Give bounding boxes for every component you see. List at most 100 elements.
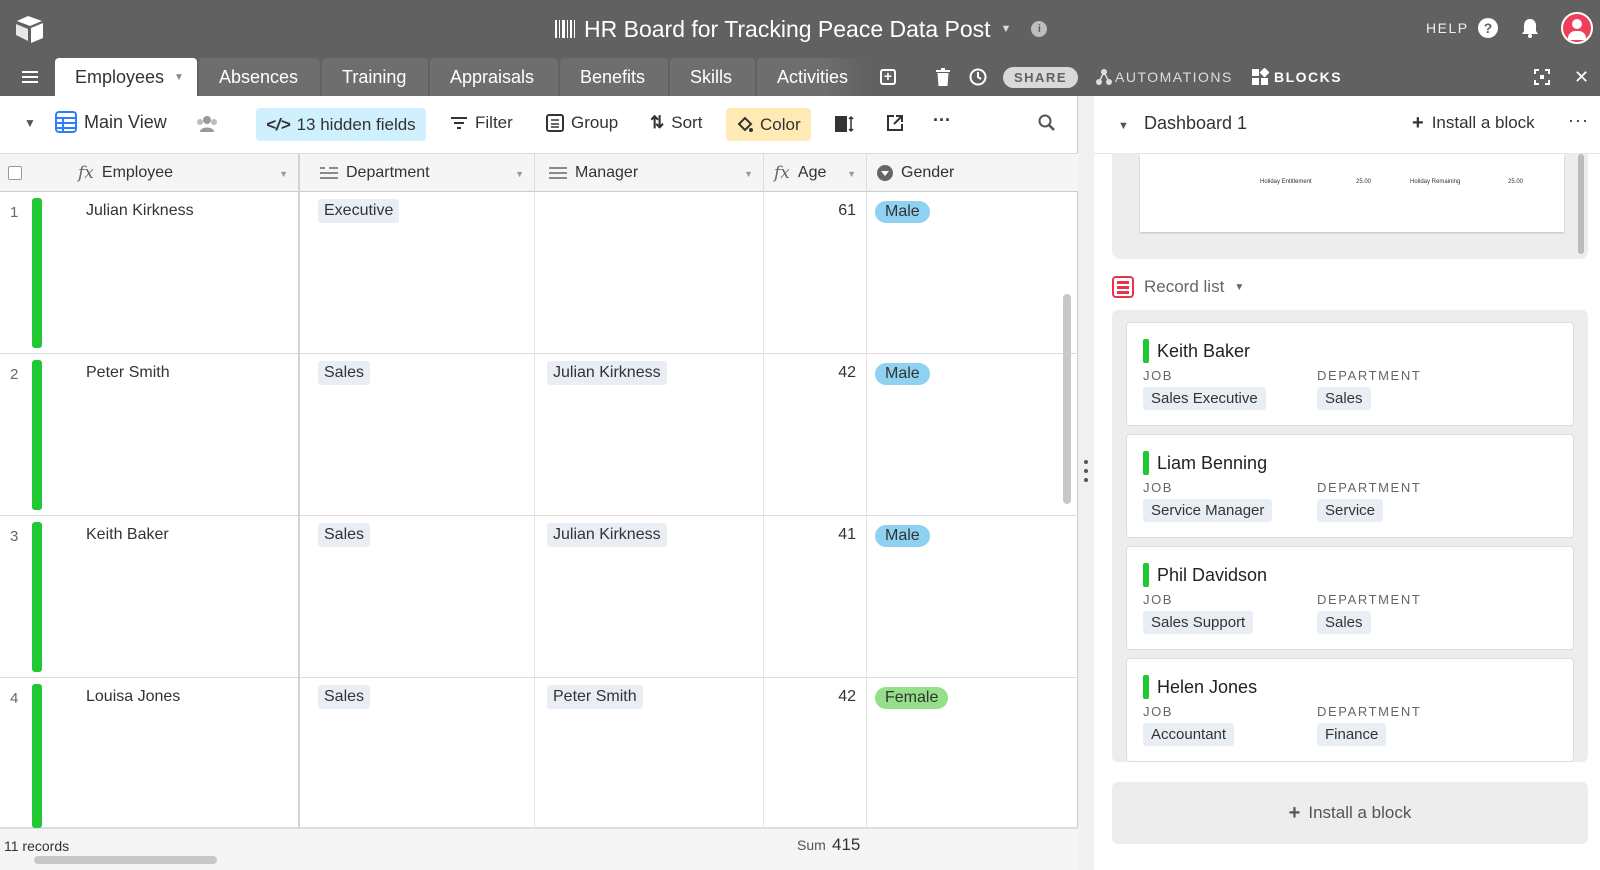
column-menu-caret-icon[interactable]: ▼ (515, 169, 524, 179)
trash-icon[interactable] (936, 68, 950, 86)
department-chip: Sales (318, 523, 371, 547)
panel-resize-handle[interactable] (1078, 96, 1094, 870)
share-view-icon[interactable] (886, 114, 904, 132)
tab-absences[interactable]: Absences (199, 58, 320, 96)
automations-icon[interactable] (1096, 68, 1112, 86)
page-designer-block[interactable]: Holiday Entitlement 25.00 Holiday Remain… (1112, 154, 1588, 259)
manager-cell[interactable] (535, 192, 764, 354)
employee-cell[interactable]: Peter Smith (86, 364, 170, 382)
employee-cell[interactable]: Louisa Jones (86, 688, 180, 706)
department-cell[interactable]: Sales (300, 516, 535, 678)
record-card[interactable]: Helen Jones JOB DEPARTMENT Accountant Fi… (1126, 658, 1574, 762)
record-card[interactable]: Phil Davidson JOB DEPARTMENT Sales Suppo… (1126, 546, 1574, 650)
history-icon[interactable] (968, 67, 988, 87)
gender-cell[interactable]: Male (867, 354, 1078, 516)
employee-cell[interactable]: Julian Kirkness (86, 202, 194, 220)
hamburger-menu-icon[interactable] (22, 71, 38, 83)
dashboard-caret-icon[interactable]: ▼ (1118, 120, 1129, 132)
more-options-icon[interactable]: ··· (933, 110, 951, 131)
table-row[interactable]: 2 Peter Smith Sales Julian Kirkness 42 M… (0, 354, 1078, 516)
table-row[interactable]: 4 Louisa Jones Sales Peter Smith 42 Fema… (0, 678, 1078, 828)
manager-cell[interactable]: Julian Kirkness (535, 354, 764, 516)
column-header-age[interactable]: fx Age ▼ (764, 154, 867, 192)
base-menu-caret-icon[interactable]: ▼ (1001, 23, 1012, 35)
primary-cell[interactable]: 4 Louisa Jones (0, 678, 300, 828)
table-row[interactable]: 3 Keith Baker Sales Julian Kirkness 41 M… (0, 516, 1078, 678)
job-label: JOB (1143, 368, 1174, 383)
blocks-button[interactable]: BLOCKS (1274, 69, 1342, 85)
column-menu-caret-icon[interactable]: ▼ (744, 169, 753, 179)
record-card[interactable]: Keith Baker JOB DEPARTMENT Sales Executi… (1126, 322, 1574, 426)
collaborators-icon[interactable] (196, 115, 218, 133)
search-icon[interactable] (1038, 114, 1056, 132)
color-button[interactable]: Color (726, 108, 811, 141)
filter-button[interactable]: Filter (450, 113, 513, 133)
column-header-employee[interactable]: fx Employee ▼ (78, 154, 298, 192)
airtable-logo-icon[interactable] (14, 14, 46, 44)
record-card[interactable]: Liam Benning JOB DEPARTMENT Service Mana… (1126, 434, 1574, 538)
info-icon[interactable]: i (1031, 21, 1048, 37)
record-list-caret-icon[interactable]: ▼ (1234, 282, 1244, 293)
row-color-bar (32, 522, 42, 672)
column-header-gender[interactable]: Gender (867, 154, 1078, 192)
select-all-checkbox[interactable] (8, 166, 22, 180)
manager-cell[interactable]: Julian Kirkness (535, 516, 764, 678)
view-switcher[interactable]: Main View (55, 111, 167, 133)
automations-button[interactable]: AUTOMATIONS (1115, 69, 1233, 85)
table-row[interactable]: 1 Julian Kirkness Executive 61 Male (0, 192, 1078, 354)
view-caret-icon[interactable]: ▼ (24, 116, 36, 130)
tab-activities[interactable]: Activities (757, 58, 867, 96)
primary-cell[interactable]: 1 Julian Kirkness (0, 192, 300, 354)
install-block-bottom-button[interactable]: + Install a block (1112, 782, 1588, 844)
primary-cell[interactable]: 3 Keith Baker (0, 516, 300, 678)
department-cell[interactable]: Sales (300, 354, 535, 516)
add-table-icon[interactable]: + (880, 69, 896, 85)
age-cell[interactable]: 41 (764, 516, 867, 678)
hidden-fields-button[interactable]: </> 13 hidden fields (256, 108, 426, 141)
bell-icon[interactable] (1519, 17, 1541, 39)
base-title-area[interactable]: HR Board for Tracking Peace Data Post ▼ … (554, 14, 1048, 44)
department-cell[interactable]: Sales (300, 678, 535, 828)
dashboard-more-icon[interactable]: ··· (1568, 110, 1589, 131)
tab-skills[interactable]: Skills (670, 58, 755, 96)
vertical-scrollbar[interactable] (1063, 294, 1071, 504)
dashboard-title[interactable]: Dashboard 1 (1144, 113, 1247, 134)
formula-icon: fx (774, 163, 790, 183)
sort-button[interactable]: ⇅ Sort (650, 113, 702, 133)
base-title[interactable]: HR Board for Tracking Peace Data Post (584, 16, 991, 43)
manager-cell[interactable]: Peter Smith (535, 678, 764, 828)
user-avatar[interactable] (1561, 12, 1593, 44)
row-height-icon[interactable] (834, 115, 854, 133)
department-cell[interactable]: Executive (300, 192, 535, 354)
column-header-manager[interactable]: Manager ▼ (535, 154, 764, 192)
help-icon[interactable]: ? (1478, 18, 1498, 38)
gender-cell[interactable]: Female (867, 678, 1078, 828)
tab-caret-icon[interactable]: ▼ (174, 72, 184, 83)
column-menu-caret-icon[interactable]: ▼ (847, 169, 856, 179)
age-cell[interactable]: 42 (764, 354, 867, 516)
help-link[interactable]: HELP (1426, 20, 1469, 36)
tab-appraisals[interactable]: Appraisals (430, 58, 558, 96)
close-icon[interactable]: ✕ (1574, 67, 1589, 88)
dashboard-scrollbar[interactable] (1578, 154, 1584, 254)
tab-training[interactable]: Training (322, 58, 428, 96)
fullscreen-icon[interactable] (1534, 69, 1550, 85)
age-cell[interactable]: 61 (764, 192, 867, 354)
share-button[interactable]: SHARE (1003, 67, 1078, 88)
tab-benefits[interactable]: Benefits (560, 58, 668, 96)
group-button[interactable]: Group (546, 113, 618, 133)
primary-cell[interactable]: 2 Peter Smith (0, 354, 300, 516)
age-cell[interactable]: 42 (764, 678, 867, 828)
horizontal-scrollbar[interactable] (34, 856, 217, 864)
frozen-column-divider[interactable] (298, 154, 300, 870)
column-menu-caret-icon[interactable]: ▼ (279, 169, 288, 179)
column-header-department[interactable]: Department ▼ (300, 154, 535, 192)
record-list-header[interactable]: Record list ▼ (1112, 276, 1244, 298)
blocks-icon[interactable] (1251, 68, 1269, 86)
tab-employees[interactable]: Employees ▼ (55, 58, 197, 96)
gender-cell[interactable]: Male (867, 516, 1078, 678)
install-block-button[interactable]: + Install a block (1412, 113, 1535, 133)
employee-cell[interactable]: Keith Baker (86, 526, 169, 544)
sum-label[interactable]: Sum (797, 837, 826, 853)
gender-cell[interactable]: Male (867, 192, 1078, 354)
